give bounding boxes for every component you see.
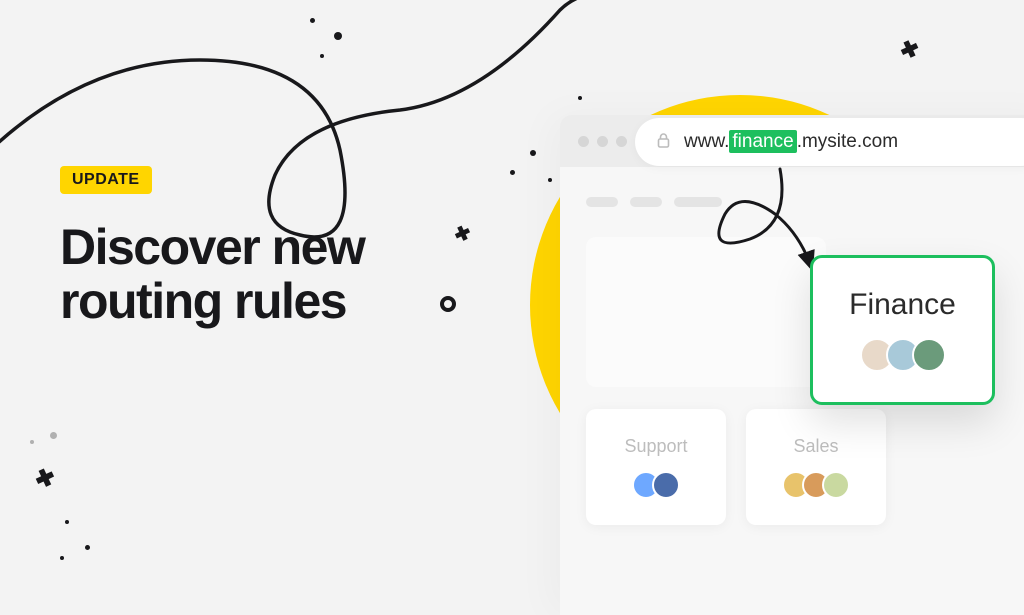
url-highlight: finance — [729, 130, 796, 153]
avatar — [822, 471, 850, 499]
decor-dot — [60, 556, 64, 560]
team-card-sales[interactable]: Sales — [746, 409, 886, 525]
avatar — [912, 338, 946, 372]
url-prefix: www. — [684, 131, 729, 152]
decor-dot — [65, 520, 69, 524]
decor-dot — [50, 432, 57, 439]
avatar-group — [782, 471, 850, 499]
team-label: Sales — [793, 436, 838, 457]
hero-content: UPDATE Discover new routing rules — [60, 166, 364, 328]
content-placeholder — [586, 237, 826, 387]
avatar — [652, 471, 680, 499]
decor-dot — [334, 32, 342, 40]
team-card-finance[interactable]: Finance — [810, 255, 995, 405]
decor-dot — [320, 54, 324, 58]
address-bar[interactable]: www.finance.mysite.com — [635, 118, 1024, 166]
headline-line1: Discover new — [60, 219, 364, 275]
lock-icon — [657, 133, 670, 151]
avatar-group — [860, 338, 946, 372]
avatar-group — [632, 471, 680, 499]
decor-dot — [510, 170, 515, 175]
decor-dot — [30, 440, 34, 444]
traffic-light — [578, 136, 589, 147]
team-label: Finance — [849, 288, 956, 322]
team-card-support[interactable]: Support — [586, 409, 726, 525]
plus-icon: ✖ — [451, 221, 474, 248]
nav-placeholder — [586, 197, 1024, 207]
update-badge: UPDATE — [60, 166, 152, 194]
traffic-light — [616, 136, 627, 147]
url-text: www.finance.mysite.com — [684, 131, 898, 153]
decor-dot — [548, 178, 552, 182]
headline: Discover new routing rules — [60, 220, 364, 328]
plus-icon: ✖ — [31, 463, 58, 495]
decor-dot — [85, 545, 90, 550]
team-label: Support — [624, 436, 687, 457]
team-row: Support Sales — [586, 409, 1024, 525]
url-suffix: .mysite.com — [797, 131, 898, 152]
ring-icon — [440, 296, 456, 312]
decor-dot — [310, 18, 315, 23]
plus-icon: ✖ — [896, 35, 922, 66]
decor-dot — [530, 150, 536, 156]
traffic-light — [597, 136, 608, 147]
decor-dot — [578, 96, 582, 100]
headline-line2: routing rules — [60, 273, 346, 329]
